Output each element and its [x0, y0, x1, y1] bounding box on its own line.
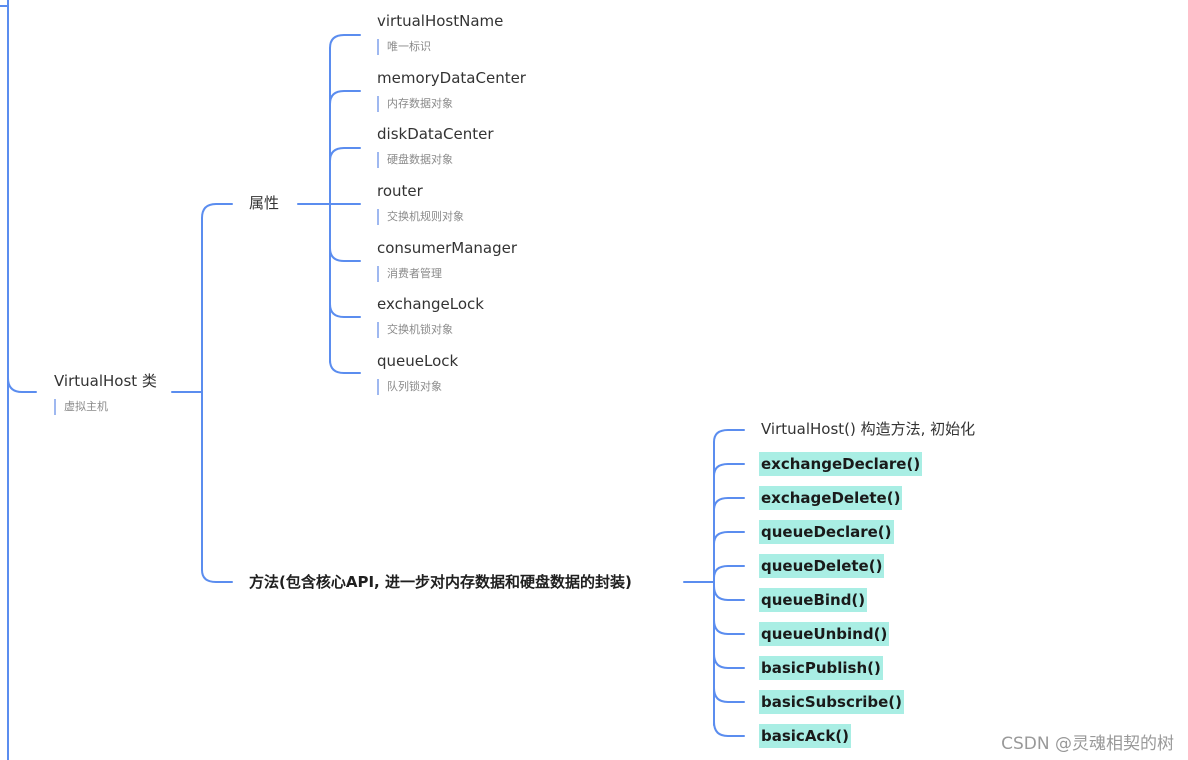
to-attributes-link — [201, 203, 233, 219]
method-item[interactable]: queueDelete() — [759, 554, 885, 578]
method-link-ctor — [713, 429, 745, 443]
attribute-item[interactable]: exchangeLock — [377, 294, 484, 314]
method-link-1 — [713, 497, 745, 511]
method-link-2 — [713, 531, 745, 545]
method-link-3 — [713, 565, 745, 579]
attribute-note: 交换机规则对象 — [377, 209, 464, 225]
method-item[interactable]: basicSubscribe() — [759, 690, 905, 714]
constructor-item[interactable]: VirtualHost() 构造方法, 初始化 — [761, 419, 975, 439]
method-item[interactable]: queueUnbind() — [759, 622, 890, 646]
method-link-0 — [713, 463, 745, 477]
attribute-item[interactable]: consumerManager — [377, 238, 517, 258]
to-methods-link — [201, 569, 233, 583]
attr-link-2 — [329, 147, 361, 162]
attribute-note: 消费者管理 — [377, 266, 442, 282]
attr-link-0 — [329, 34, 361, 49]
attributes-node[interactable]: 属性 — [249, 193, 279, 213]
method-item[interactable]: queueBind() — [759, 588, 868, 612]
method-item[interactable]: basicPublish() — [759, 656, 883, 680]
method-item[interactable]: basicAck() — [759, 724, 852, 748]
method-item[interactable]: exchageDelete() — [759, 486, 903, 510]
attribute-item[interactable]: queueLock — [377, 351, 458, 371]
csdn-watermark: CSDN @灵魂相契的树 — [1001, 734, 1174, 754]
method-link-6 — [713, 653, 745, 669]
attribute-item[interactable]: router — [377, 181, 423, 201]
attribute-note: 交换机锁对象 — [377, 322, 453, 338]
virtualhost-class-note: 虚拟主机 — [54, 399, 108, 415]
attribute-note: 硬盘数据对象 — [377, 152, 453, 168]
connector-lines — [0, 0, 745, 760]
method-item[interactable]: exchangeDeclare() — [759, 452, 923, 476]
method-item[interactable]: queueDeclare() — [759, 520, 894, 544]
root-to-virtualhost-link — [7, 377, 37, 393]
attr-link-5 — [329, 303, 361, 318]
virtualhost-class-node[interactable]: VirtualHost 类 — [54, 371, 157, 391]
attr-link-4 — [329, 247, 361, 262]
attr-link-1 — [329, 90, 361, 105]
attribute-item[interactable]: diskDataCenter — [377, 124, 494, 144]
attribute-note: 唯一标识 — [377, 39, 431, 55]
methods-node[interactable]: 方法(包含核心API, 进一步对内存数据和硬盘数据的封装) — [249, 572, 632, 592]
attr-link-6 — [329, 359, 361, 374]
attribute-note: 队列锁对象 — [377, 379, 442, 395]
method-link-4 — [713, 585, 745, 601]
method-link-5 — [713, 619, 745, 635]
attribute-item[interactable]: memoryDataCenter — [377, 68, 526, 88]
method-link-7 — [713, 687, 745, 703]
attribute-note: 内存数据对象 — [377, 96, 453, 112]
method-link-8 — [713, 721, 745, 737]
attribute-item[interactable]: virtualHostName — [377, 11, 503, 31]
